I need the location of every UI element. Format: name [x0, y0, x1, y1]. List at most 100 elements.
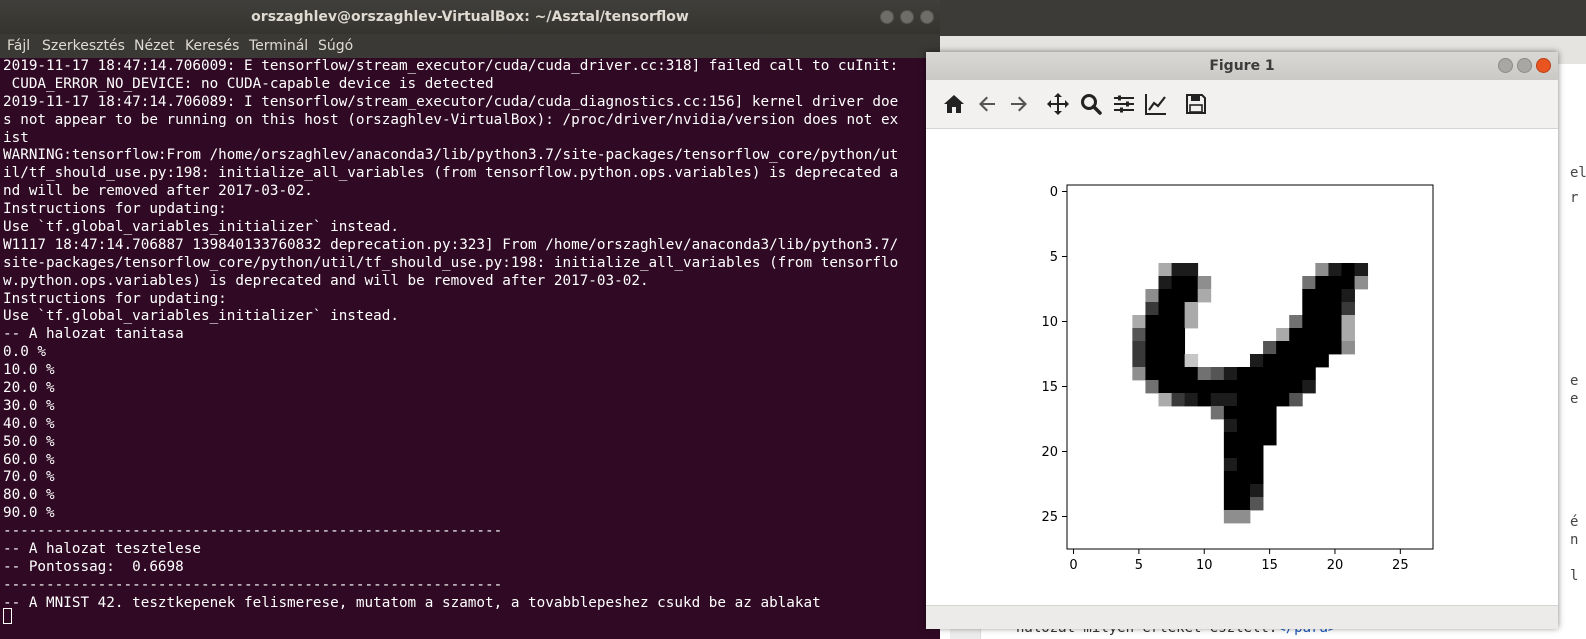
pixel-cell — [1250, 484, 1264, 498]
pixel-cell — [1145, 341, 1159, 355]
pixel-cell — [1315, 315, 1329, 329]
pixel-cell — [1315, 276, 1329, 290]
terminal-window[interactable]: orszaghlev@orszaghlev-VirtualBox: ~/Aszt… — [0, 0, 940, 639]
pixel-cell — [1315, 302, 1329, 316]
terminal-line: 2019-11-17 18:47:14.706089: I tensorflow… — [3, 93, 899, 110]
background-edge-text: l — [1570, 568, 1579, 584]
pixel-cell — [1315, 341, 1329, 355]
menu-search[interactable]: Keresés — [185, 34, 239, 58]
pixel-cell — [1263, 367, 1277, 381]
pixel-cell — [1341, 341, 1355, 355]
pixel-cell — [1276, 328, 1290, 342]
figure-maximize-button[interactable] — [1517, 58, 1532, 73]
back-arrow-icon[interactable] — [975, 92, 999, 116]
figure-window[interactable]: Figure 1 0 5 10 15 20 25 0 5 10 15 20 25 — [926, 52, 1558, 629]
pixel-cell — [1328, 341, 1342, 355]
pixel-cell — [1250, 380, 1264, 394]
menu-view[interactable]: Nézet — [134, 34, 175, 58]
forward-arrow-icon[interactable] — [1007, 92, 1031, 116]
pixel-cell — [1223, 406, 1238, 420]
pixel-cell — [1184, 263, 1199, 277]
pixel-cell — [1197, 276, 1212, 290]
figure-minimize-button[interactable] — [1498, 58, 1513, 73]
terminal-line: W1117 18:47:14.706887 139840133760832 de… — [3, 236, 899, 253]
pixel-cell — [1171, 315, 1186, 329]
pixel-cell — [1197, 380, 1212, 394]
pixel-cell — [1341, 289, 1355, 303]
background-edge-text: e — [1570, 373, 1579, 389]
pixel-cell — [1171, 367, 1186, 381]
figure-close-button[interactable] — [1536, 58, 1551, 73]
pixel-cell — [1223, 445, 1238, 459]
pixel-cell — [1171, 263, 1186, 277]
zoom-icon[interactable] — [1079, 92, 1103, 116]
terminal-line: Use `tf.global_variables_initializer` in… — [3, 219, 399, 236]
background-edge-text: ela — [1570, 165, 1586, 181]
terminal-output[interactable]: 2019-11-17 18:47:14.706009: E tensorflow… — [3, 58, 937, 639]
pixel-cell — [1250, 471, 1264, 485]
x-tick-label: 15 — [1261, 558, 1278, 573]
axes-edit-icon[interactable] — [1144, 92, 1168, 116]
pixel-cell — [1236, 484, 1251, 498]
figure-titlebar[interactable]: Figure 1 — [926, 52, 1558, 80]
terminal-titlebar[interactable]: orszaghlev@orszaghlev-VirtualBox: ~/Aszt… — [0, 0, 940, 34]
pixel-cell — [1184, 315, 1199, 329]
y-tick-label: 10 — [1041, 315, 1058, 330]
terminal-cursor — [3, 608, 12, 624]
menu-file[interactable]: Fájl — [7, 34, 30, 58]
pixel-cell — [1236, 432, 1251, 446]
pixel-cell — [1223, 510, 1238, 524]
pixel-cell — [1276, 341, 1290, 355]
terminal-line: nd will be removed after 2017-03-02. — [3, 183, 313, 200]
pixel-cell — [1263, 393, 1277, 407]
pan-icon[interactable] — [1046, 92, 1070, 116]
pixel-cell — [1223, 432, 1238, 446]
pixel-cell — [1289, 393, 1303, 407]
x-tick-label: 5 — [1135, 558, 1143, 573]
pixel-cell — [1250, 432, 1264, 446]
pixel-cell — [1302, 354, 1316, 368]
pixel-cell — [1302, 380, 1316, 394]
pixel-cell — [1328, 276, 1342, 290]
terminal-line: ----------------------------------------… — [3, 523, 503, 540]
pixel-cell — [1341, 263, 1355, 277]
pixel-cell — [1132, 341, 1146, 355]
pixel-cell — [1223, 393, 1238, 407]
terminal-line: s not appear to be running on this host … — [3, 111, 899, 128]
pixel-cell — [1302, 367, 1316, 381]
figure-canvas[interactable]: 0 5 10 15 20 25 0 5 10 15 20 25 — [926, 129, 1558, 605]
maximize-button[interactable] — [900, 10, 914, 24]
pixel-cell — [1354, 276, 1369, 290]
pixel-cell — [1197, 393, 1212, 407]
menu-edit[interactable]: Szerkesztés — [42, 34, 125, 58]
close-button[interactable] — [920, 10, 934, 24]
pixel-cell — [1289, 328, 1303, 342]
terminal-line: -- A halozat tesztelese — [3, 541, 201, 558]
pixel-cell — [1184, 302, 1199, 316]
menu-terminal[interactable]: Terminál — [249, 34, 308, 58]
terminal-line: site-packages/tensorflow_core/python/uti… — [3, 254, 899, 271]
terminal-line: Instructions for updating: — [3, 290, 227, 307]
save-icon[interactable] — [1184, 92, 1208, 116]
subplots-icon[interactable] — [1112, 92, 1136, 116]
terminal-line: w.python.ops.variables) is deprecated an… — [3, 272, 649, 289]
home-icon[interactable] — [942, 92, 966, 116]
pixel-cell — [1341, 302, 1355, 316]
pixel-cell — [1171, 276, 1186, 290]
minimize-button[interactable] — [880, 10, 894, 24]
mnist-image-plot[interactable]: 0 5 10 15 20 25 0 5 10 15 20 25 — [926, 129, 1558, 605]
pixel-cell — [1132, 354, 1146, 368]
terminal-line: il/tf_should_use.py:198: initialize_all_… — [3, 165, 899, 182]
terminal-line: 10.0 % — [3, 362, 55, 379]
pixel-cell — [1250, 406, 1264, 420]
pixel-cell — [1171, 328, 1186, 342]
pixel-cell — [1250, 367, 1264, 381]
terminal-line: -- A MNIST 42. tesztkepenek felismerese,… — [3, 594, 821, 611]
x-tick-label: 20 — [1327, 558, 1344, 573]
pixel-cell — [1223, 380, 1238, 394]
menu-help[interactable]: Súgó — [318, 34, 353, 58]
pixel-cell — [1302, 302, 1316, 316]
pixel-cell — [1263, 432, 1277, 446]
pixel-cell — [1197, 289, 1212, 303]
pixel-cell — [1302, 328, 1316, 342]
